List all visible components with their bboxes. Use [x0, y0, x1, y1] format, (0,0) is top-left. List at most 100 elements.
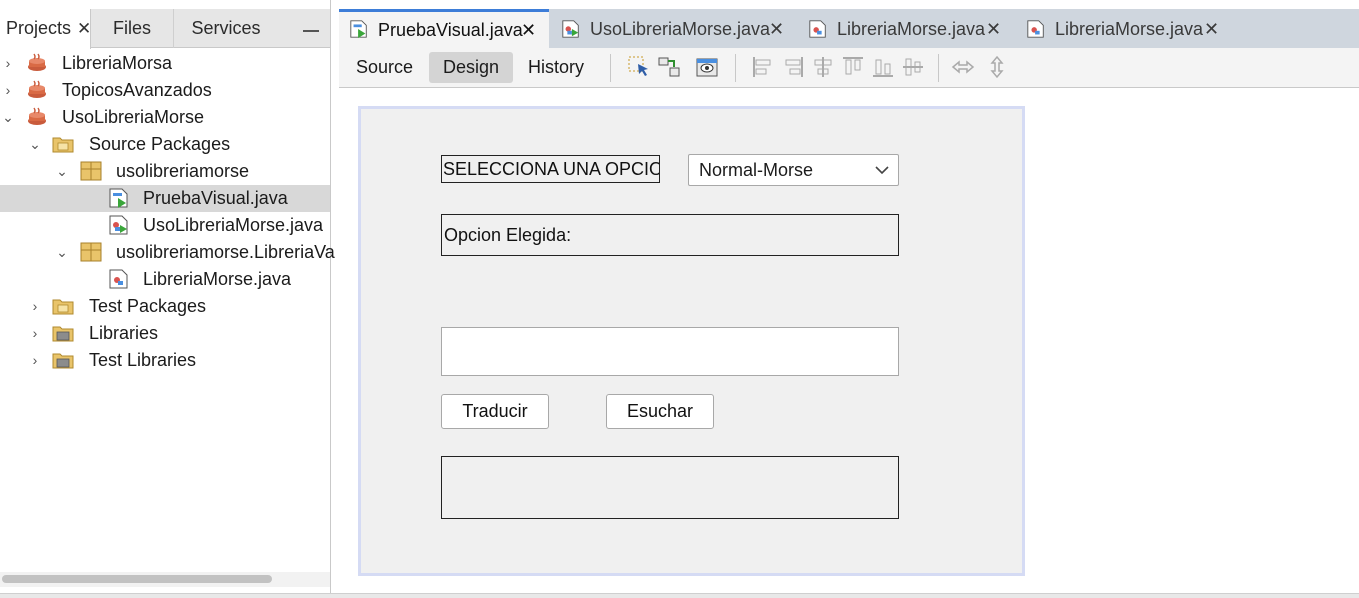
library-icon — [52, 326, 74, 342]
chevron-down-icon[interactable]: ⌄ — [54, 239, 70, 266]
tree-item[interactable]: › Test Packages — [0, 293, 330, 320]
tree-item-selected[interactable]: PruebaVisual.java — [0, 185, 330, 212]
chevron-right-icon[interactable]: › — [0, 50, 16, 77]
preview-design-icon[interactable] — [695, 55, 719, 79]
java-project-icon — [28, 107, 46, 125]
output-area[interactable] — [441, 456, 899, 519]
horizontal-scrollbar[interactable] — [0, 572, 330, 587]
tree-item[interactable]: ⌄ UsoLibreriaMorse — [0, 104, 330, 131]
chevron-down-icon[interactable]: ⌄ — [27, 131, 43, 158]
tree-item[interactable]: › Test Libraries — [0, 347, 330, 374]
tree-item[interactable]: ⌄ usolibreriamorse.LibreriaVa — [0, 239, 335, 266]
input-text-field[interactable] — [441, 327, 899, 376]
tree-item-label: Test Packages — [89, 296, 207, 316]
editor-tab-libreriamorse-2[interactable]: LibreriaMorse.java ✕ — [1015, 9, 1235, 48]
main-class-icon — [109, 215, 128, 235]
translate-button[interactable]: Traducir — [441, 394, 549, 429]
mode-combobox[interactable]: Normal-Morse — [688, 154, 899, 186]
chevron-right-icon[interactable]: › — [0, 77, 16, 104]
chevron-right-icon[interactable]: › — [27, 293, 43, 320]
select-option-label[interactable]: SELECCIONA UNA OPCION — [441, 155, 660, 183]
minimize-icon[interactable] — [303, 30, 319, 32]
tree-item-label: TopicosAvanzados — [62, 80, 212, 100]
tree-item[interactable]: › LibreriaMorsa — [0, 50, 330, 77]
align-right-icon[interactable] — [781, 55, 805, 79]
tree-item-label: Test Libraries — [89, 350, 197, 370]
tree-item[interactable]: › TopicosAvanzados — [0, 77, 330, 104]
connection-mode-icon[interactable] — [657, 55, 681, 79]
editor-tab-bar: PruebaVisual.java ✕ UsoLibreriaMorse.jav… — [339, 9, 1359, 48]
java-project-icon — [28, 80, 46, 98]
tree-item-label: PruebaVisual.java — [143, 188, 288, 208]
form-file-icon — [109, 188, 128, 208]
design-canvas: SELECCIONA UNA OPCION Normal-Morse Opcio… — [339, 89, 1359, 587]
tab-files[interactable]: Files — [91, 9, 174, 48]
chevron-down-icon[interactable]: ⌄ — [0, 104, 16, 131]
center-vertically-icon[interactable] — [901, 55, 925, 79]
tree-item-label: Libraries — [89, 323, 159, 343]
editor-tab-label: UsoLibreriaMorse.java — [590, 19, 771, 39]
editor-tab-pruebavisual[interactable]: PruebaVisual.java ✕ — [339, 9, 549, 48]
selection-mode-icon[interactable] — [627, 55, 651, 79]
center-horizontally-icon[interactable] — [811, 55, 835, 79]
tree-item[interactable]: › Libraries — [0, 320, 330, 347]
view-tab-design[interactable]: Design — [429, 52, 514, 83]
panel-tab-bar: Projects ✕ Files Services — [0, 9, 330, 49]
align-top-icon[interactable] — [841, 55, 865, 79]
java-file-icon — [809, 20, 826, 38]
align-bottom-icon[interactable] — [871, 55, 895, 79]
tree-item[interactable]: UsoLibreriaMorse.java — [0, 212, 330, 239]
status-divider — [0, 593, 1359, 598]
combo-selected-value: Normal-Morse — [699, 160, 814, 180]
close-icon[interactable]: ✕ — [1204, 9, 1219, 49]
tree-item[interactable]: LibreriaMorse.java — [0, 266, 330, 293]
toolbar-separator — [938, 54, 939, 82]
package-icon — [80, 242, 102, 262]
jframe-form[interactable]: SELECCIONA UNA OPCION Normal-Morse Opcio… — [358, 106, 1025, 576]
editor-tab-libreriamorse[interactable]: LibreriaMorse.java ✕ — [797, 9, 1015, 48]
tree-item[interactable]: ⌄ usolibreriamorse — [0, 158, 330, 185]
align-left-icon[interactable] — [751, 55, 775, 79]
tab-projects[interactable]: Projects ✕ — [0, 9, 91, 49]
resize-horizontal-icon[interactable] — [951, 55, 975, 79]
view-tab-history[interactable]: History — [514, 52, 598, 83]
scrollbar-thumb[interactable] — [2, 575, 272, 583]
java-file-icon — [1027, 20, 1044, 38]
toolbar-separator — [735, 54, 736, 82]
tree-item-label: UsoLibreriaMorse.java — [143, 215, 324, 235]
tab-projects-label: Projects — [6, 18, 72, 38]
close-icon[interactable]: ✕ — [769, 9, 784, 49]
editor-tab-label: PruebaVisual.java — [378, 20, 523, 40]
chosen-option-label[interactable]: Opcion Elegida: — [441, 214, 899, 256]
chevron-right-icon[interactable]: › — [27, 320, 43, 347]
chevron-right-icon[interactable]: › — [27, 347, 43, 374]
java-file-icon — [109, 269, 128, 289]
editor-tab-label: LibreriaMorse.java — [1055, 19, 1204, 39]
tab-files-label: Files — [112, 18, 151, 38]
tab-services[interactable]: Services — [174, 9, 278, 48]
tree-item-label: Source Packages — [89, 134, 231, 154]
close-icon[interactable]: ✕ — [986, 9, 1001, 49]
resize-vertical-icon[interactable] — [985, 55, 1009, 79]
toolbar-separator — [610, 54, 611, 82]
close-icon[interactable]: ✕ — [521, 12, 536, 48]
editor-tab-usolibreriamorse[interactable]: UsoLibreriaMorse.java ✕ — [549, 9, 797, 48]
tree-item-label: UsoLibreriaMorse — [62, 107, 205, 127]
tree-item-label: usolibreriamorse — [116, 161, 250, 181]
tree-item-label: usolibreriamorse.LibreriaVa — [116, 242, 335, 262]
close-icon[interactable]: ✕ — [77, 19, 91, 38]
chevron-down-icon[interactable]: ⌄ — [54, 158, 70, 185]
folder-icon — [52, 137, 74, 153]
tree-item[interactable]: ⌄ Source Packages — [0, 131, 330, 158]
chevron-down-icon[interactable] — [875, 165, 889, 175]
package-icon — [80, 161, 102, 181]
listen-button[interactable]: Esuchar — [606, 394, 714, 429]
project-tree: › LibreriaMorsa › TopicosAvanzados ⌄ Uso… — [0, 50, 335, 374]
folder-icon — [52, 299, 74, 315]
design-toolbar: Source Design History — [339, 48, 1359, 88]
editor-panel: PruebaVisual.java ✕ UsoLibreriaMorse.jav… — [339, 0, 1359, 598]
library-icon — [52, 353, 74, 369]
editor-tab-label: LibreriaMorse.java — [837, 19, 986, 39]
view-tab-source[interactable]: Source — [342, 52, 427, 83]
main-class-icon — [562, 20, 579, 38]
